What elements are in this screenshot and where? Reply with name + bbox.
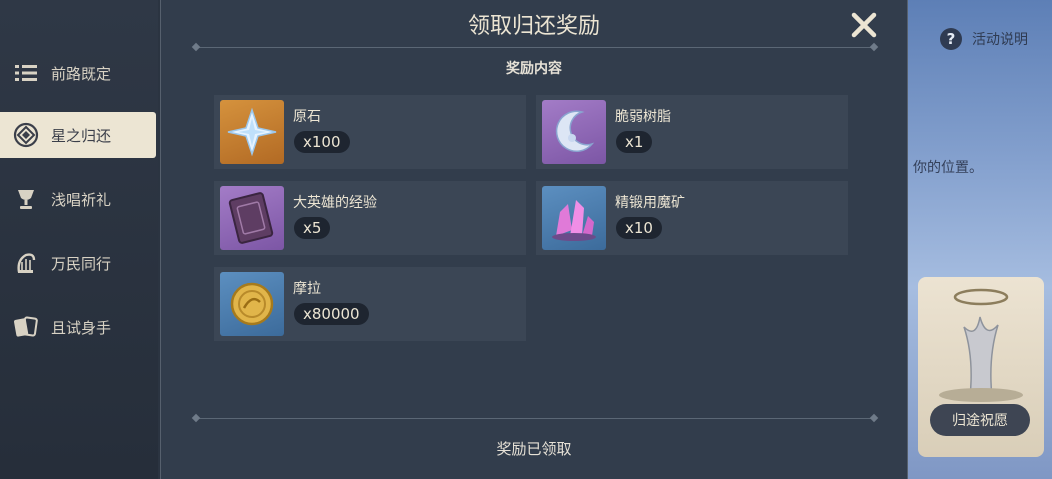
chalice-icon	[13, 186, 39, 212]
reward-quantity: x80000	[294, 303, 369, 325]
reward-item: 大英雄的经验 x5	[214, 181, 526, 255]
mora-icon	[220, 272, 284, 336]
reward-item: 原石 x100	[214, 95, 526, 169]
sidebar-item-label: 星之归还	[51, 126, 112, 145]
sidebar: 前路既定 星之归还 浅唱祈礼 万民同行 且试身手	[0, 0, 158, 479]
sidebar-item-path[interactable]: 前路既定	[0, 50, 156, 96]
harp-icon	[13, 250, 39, 276]
reward-quantity: x1	[616, 131, 653, 153]
divider-bottom	[197, 418, 873, 419]
help-button[interactable]: ? 活动说明	[940, 28, 1028, 50]
sidebar-item-label: 前路既定	[51, 64, 112, 83]
question-icon: ?	[940, 28, 962, 50]
cards-icon	[13, 314, 39, 340]
help-label: 活动说明	[972, 32, 1028, 48]
sidebar-item-star-return[interactable]: 星之归还	[0, 112, 156, 158]
primogem-icon	[220, 100, 284, 164]
reward-quantity: x10	[616, 217, 662, 239]
reward-dialog: 领取归还奖励 奖励内容 原石 x100 脆弱树脂 x1 大英雄的经验 x5 精锻…	[160, 0, 908, 479]
mystic-ore-icon	[542, 186, 606, 250]
background-text: 你的位置。	[913, 160, 983, 176]
fragile-resin-icon	[542, 100, 606, 164]
reward-quantity: x5	[294, 217, 331, 239]
tree-icon	[939, 288, 1023, 402]
close-button[interactable]	[849, 10, 879, 40]
wish-button[interactable]: 归途祝愿	[930, 404, 1030, 436]
sidebar-item-prayer[interactable]: 浅唱祈礼	[0, 176, 156, 222]
reward-name: 脆弱树脂	[615, 109, 671, 125]
reward-name: 摩拉	[293, 281, 321, 297]
reward-name: 大英雄的经验	[293, 195, 377, 211]
divider-top	[197, 47, 873, 48]
reward-name: 原石	[293, 109, 321, 125]
sidebar-item-label: 且试身手	[51, 318, 112, 337]
reward-item: 脆弱树脂 x1	[536, 95, 848, 169]
list-icon	[13, 60, 39, 86]
sidebar-item-challenge[interactable]: 且试身手	[0, 304, 156, 350]
dialog-title: 领取归还奖励	[467, 14, 600, 39]
sidebar-item-together[interactable]: 万民同行	[0, 240, 156, 286]
sidebar-item-label: 浅唱祈礼	[51, 190, 112, 209]
heros-wit-icon	[220, 186, 284, 250]
reward-item: 摩拉 x80000	[214, 267, 526, 341]
star-return-icon	[13, 122, 39, 148]
section-title: 奖励内容	[506, 61, 562, 77]
reward-item: 精锻用魔矿 x10	[536, 181, 848, 255]
reward-quantity: x100	[294, 131, 350, 153]
reward-name: 精锻用魔矿	[615, 195, 685, 211]
close-icon	[851, 12, 877, 38]
sidebar-item-label: 万民同行	[51, 254, 112, 273]
claimed-status: 奖励已领取	[496, 440, 572, 458]
